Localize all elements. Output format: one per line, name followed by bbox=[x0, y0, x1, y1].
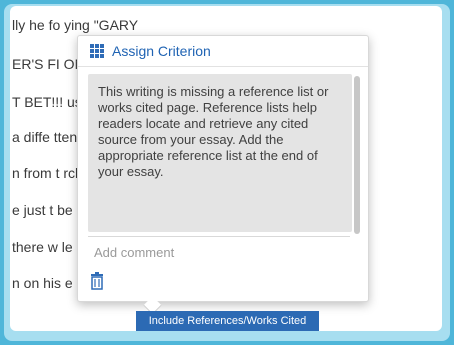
add-comment-input[interactable] bbox=[88, 236, 350, 262]
assign-criterion-popup: Assign Criterion This writing is missing… bbox=[77, 35, 369, 302]
grid-icon bbox=[90, 44, 104, 58]
essay-panel: lly he fo ying "GARY ER'S FI ONES, WE'RE… bbox=[10, 6, 442, 331]
trash-icon[interactable] bbox=[90, 272, 104, 290]
criterion-explanation-text: This writing is missing a reference list… bbox=[98, 84, 329, 179]
popup-title: Assign Criterion bbox=[112, 43, 211, 59]
criterion-explanation-box: This writing is missing a reference list… bbox=[88, 74, 352, 232]
criterion-tag-button[interactable]: Include References/Works Cited bbox=[136, 311, 319, 331]
scrollbar[interactable] bbox=[354, 72, 362, 272]
essay-line: lly he fo ying "GARY bbox=[12, 17, 139, 33]
popup-header: Assign Criterion bbox=[78, 36, 368, 67]
scrollbar-thumb[interactable] bbox=[354, 76, 360, 234]
